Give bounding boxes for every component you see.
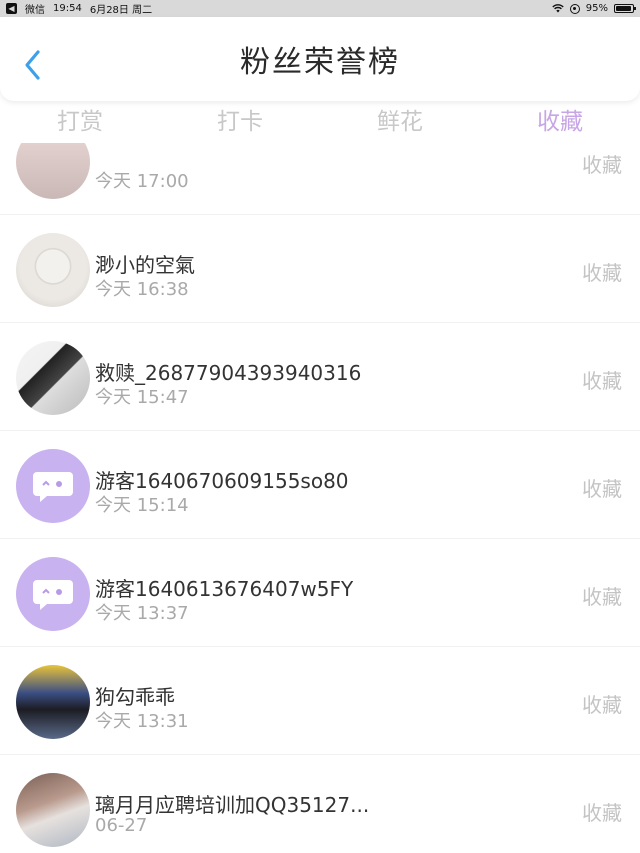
nav-header: 粉丝荣誉榜 <box>0 17 640 101</box>
user-name: 游客1640613676407w5FY <box>95 577 354 601</box>
page-title: 粉丝荣誉榜 <box>240 45 400 80</box>
item-time: 今天 15:14 <box>95 495 189 516</box>
favorite-action[interactable]: 收藏 <box>582 581 622 610</box>
favorite-action[interactable]: 收藏 <box>582 473 622 502</box>
list-item[interactable]: 救赎_26877904393940316 今天 15:47 收藏 <box>0 323 640 431</box>
wifi-icon <box>552 4 564 13</box>
favorite-action[interactable]: 收藏 <box>582 689 622 718</box>
list-item[interactable]: 狗勾乖乖 今天 13:31 收藏 <box>0 647 640 755</box>
avatar[interactable] <box>16 449 90 523</box>
tab-flowers[interactable]: 鲜花 <box>320 101 480 143</box>
tab-checkin[interactable]: 打卡 <box>160 101 320 143</box>
list-item[interactable]: 今天 17:00 收藏 <box>0 143 640 215</box>
item-time: 今天 13:31 <box>95 711 189 732</box>
favorite-action[interactable]: 收藏 <box>582 365 622 394</box>
favorite-action[interactable]: 收藏 <box>582 797 622 826</box>
status-date: 6月28日 周二 <box>89 5 153 16</box>
location-lock-icon <box>569 3 580 14</box>
list-item[interactable]: 璃月月应聘培训加QQ35127... 06-27 收藏 <box>0 755 640 853</box>
avatar[interactable] <box>16 143 90 199</box>
chevron-left-icon <box>25 50 40 80</box>
list-item[interactable]: 游客1640613676407w5FY 今天 13:37 收藏 <box>0 539 640 647</box>
user-name: 游客1640670609155so80 <box>95 469 349 493</box>
tab-bar: 打赏 打卡 鲜花 收藏 <box>0 101 640 143</box>
user-name: 璃月月应聘培训加QQ35127... <box>95 793 370 817</box>
battery-percent: 95% <box>585 3 608 14</box>
status-bar: ◀ 微信 19:54 6月28日 周二 95% <box>0 0 640 17</box>
tab-reward[interactable]: 打赏 <box>0 101 160 143</box>
back-button[interactable] <box>18 47 48 83</box>
user-name: 救赎_26877904393940316 <box>95 361 362 385</box>
list-item[interactable]: 渺小的空氣 今天 16:38 收藏 <box>0 215 640 323</box>
tab-favorites[interactable]: 收藏 <box>480 101 640 143</box>
user-name: 狗勾乖乖 <box>95 685 175 709</box>
fan-list[interactable]: 今天 17:00 收藏 渺小的空氣 今天 16:38 收藏 救赎_2687790… <box>0 143 640 853</box>
item-time: 今天 17:00 <box>95 171 189 192</box>
item-time: 今天 16:38 <box>95 279 189 300</box>
status-app-name: 微信 <box>25 5 45 16</box>
battery-icon <box>614 4 636 13</box>
chat-bubble-icon <box>33 472 73 502</box>
chat-bubble-icon <box>33 580 73 610</box>
avatar[interactable] <box>16 557 90 631</box>
status-time: 19:54 <box>53 3 82 14</box>
favorite-action[interactable]: 收藏 <box>582 257 622 286</box>
item-time: 06-27 <box>95 815 148 836</box>
item-time: 今天 13:37 <box>95 603 189 624</box>
user-name: 渺小的空氣 <box>95 253 195 277</box>
back-to-app-icon[interactable]: ◀ <box>6 3 17 14</box>
avatar[interactable] <box>16 233 90 307</box>
avatar[interactable] <box>16 341 90 415</box>
list-item[interactable]: 游客1640670609155so80 今天 15:14 收藏 <box>0 431 640 539</box>
avatar[interactable] <box>16 665 90 739</box>
avatar[interactable] <box>16 773 90 847</box>
favorite-action[interactable]: 收藏 <box>582 149 622 178</box>
item-time: 今天 15:47 <box>95 387 189 408</box>
